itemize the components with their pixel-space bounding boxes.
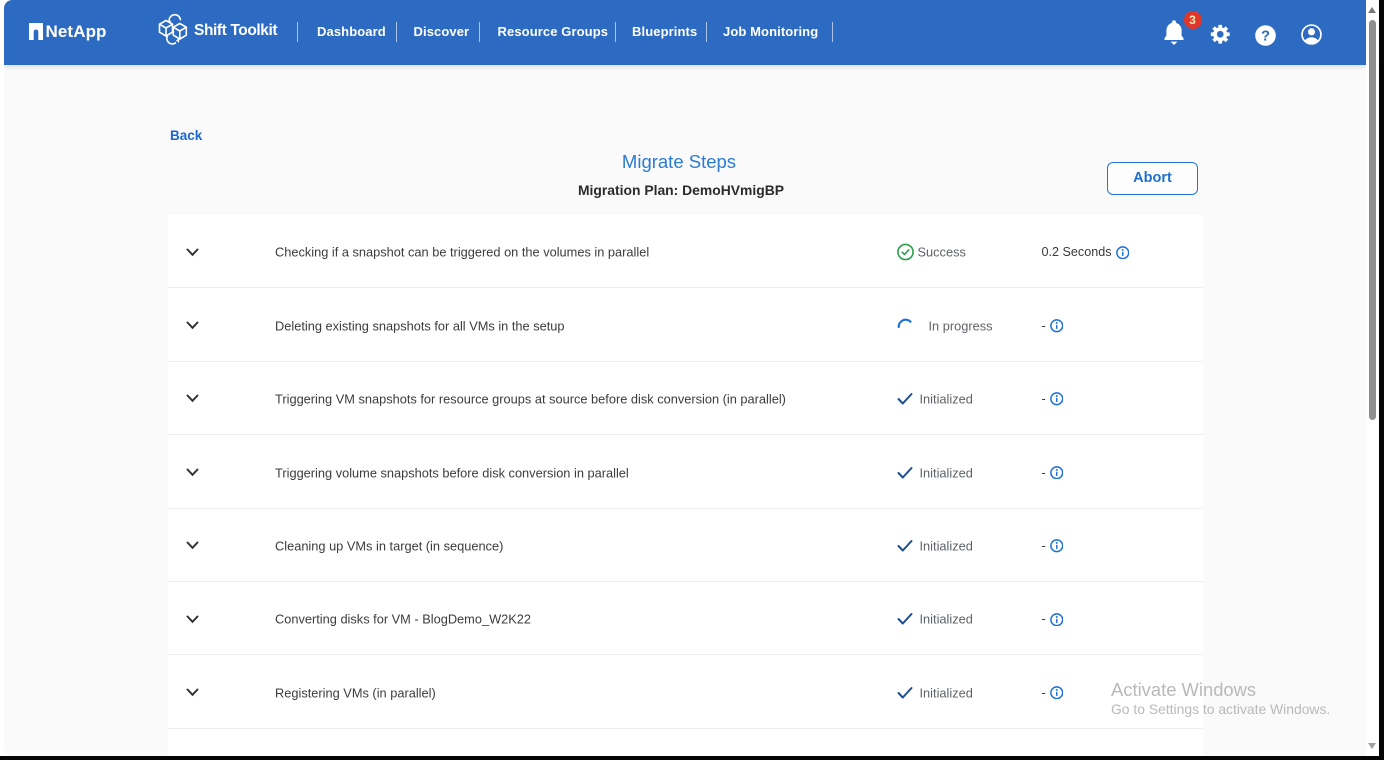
svg-text:?: ?	[1261, 28, 1270, 44]
